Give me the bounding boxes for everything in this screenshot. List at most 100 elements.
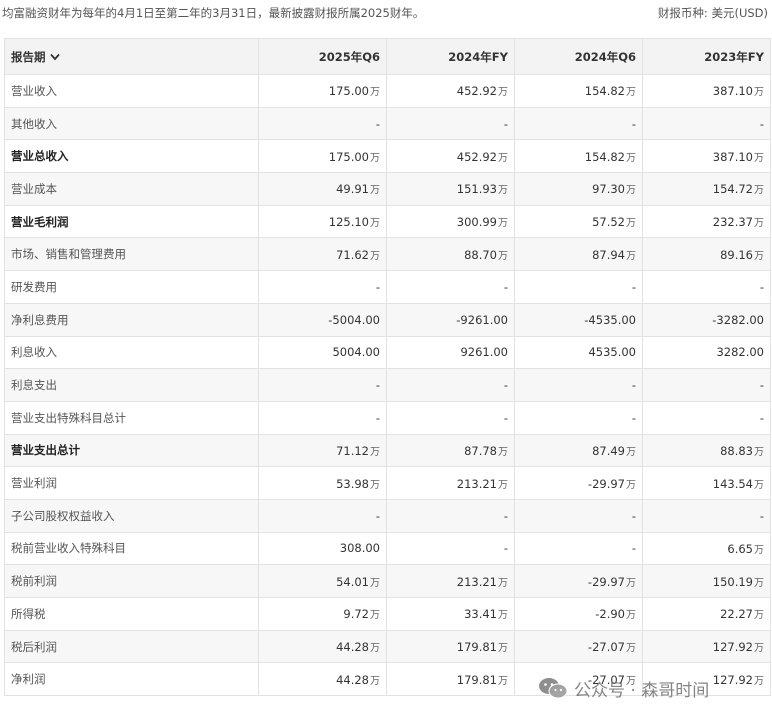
- cell-value: -: [759, 410, 764, 425]
- unit-label: 万: [626, 87, 636, 99]
- row-label: 营业支出总计: [4, 433, 259, 468]
- row-label: 子公司股权权益收入: [4, 498, 259, 533]
- row-label: 营业总收入: [4, 139, 259, 174]
- row-label: 利息收入: [4, 335, 259, 370]
- table-row: 营业毛利润 125.10万 300.99万 57.52万 232.37万: [4, 204, 771, 239]
- table-row: 税后利润 44.28万 179.81万 -27.07万 127.92万: [4, 629, 771, 664]
- value-cell: 44.28万: [258, 662, 387, 697]
- value-cell: 125.10万: [258, 204, 387, 239]
- cell-value: -4535.00: [584, 312, 636, 327]
- cell-value: 387.10: [712, 149, 753, 164]
- table-row: 市场、销售和管理费用 71.62万 88.70万 87.94万 89.16万: [4, 237, 771, 272]
- value-cell: 54.01万: [258, 564, 387, 598]
- period-selector[interactable]: 报告期: [4, 38, 259, 75]
- row-label: 利息支出: [4, 368, 259, 402]
- table-row: 营业收入 175.00万 452.92万 154.82万 387.10万: [4, 74, 771, 108]
- cell-value: 143.54: [712, 476, 753, 491]
- unit-label: 万: [754, 479, 764, 491]
- table-row: 净利息费用 -5004.00 -9261.00 -4535.00 -3282.00: [4, 302, 771, 337]
- cell-value: 154.82: [584, 149, 625, 164]
- column-header[interactable]: 2023年FY: [642, 38, 771, 75]
- value-cell: -: [514, 368, 643, 402]
- value-cell: -: [642, 498, 771, 533]
- cell-value: 179.81: [456, 640, 497, 655]
- value-cell: -: [386, 400, 515, 435]
- value-cell: 308.00: [258, 531, 387, 566]
- value-cell: 88.70万: [386, 237, 515, 272]
- cell-value: -5004.00: [328, 312, 380, 327]
- column-header[interactable]: 2025年Q6: [258, 38, 387, 75]
- value-cell: 3282.00: [642, 335, 771, 370]
- value-cell: 175.00万: [258, 74, 387, 108]
- period-label: 报告期: [11, 49, 46, 64]
- cell-value: 213.21: [456, 574, 497, 589]
- cell-value: 4535.00: [588, 345, 636, 360]
- value-cell: 89.16万: [642, 237, 771, 272]
- unit-label: 万: [754, 446, 764, 458]
- value-cell: 53.98万: [258, 466, 387, 500]
- value-cell: -29.97万: [514, 466, 643, 500]
- income-statement-table: 报告期 2025年Q6 2024年FY 2024年Q6 2023年FY 营业收入…: [4, 38, 771, 697]
- value-cell: -: [642, 270, 771, 304]
- cell-value: 44.28: [336, 640, 369, 655]
- unit-label: 万: [498, 675, 508, 687]
- cell-value: 6.65: [727, 541, 753, 556]
- row-label: 税前营业收入特殊科目: [4, 531, 259, 566]
- value-cell: 387.10万: [642, 74, 771, 108]
- cell-value: 308.00: [339, 541, 380, 556]
- column-header[interactable]: 2024年Q6: [514, 38, 643, 75]
- column-header[interactable]: 2024年FY: [386, 38, 515, 75]
- unit-label: 万: [754, 544, 764, 556]
- cell-value: 5004.00: [332, 345, 380, 360]
- cell-value: -: [631, 541, 636, 556]
- value-cell: -: [642, 400, 771, 435]
- cell-value: -: [503, 508, 508, 523]
- row-label: 营业毛利润: [4, 204, 259, 239]
- unit-label: 万: [754, 577, 764, 589]
- cell-value: 387.10: [712, 84, 753, 99]
- table-row: 子公司股权权益收入 - - - -: [4, 498, 771, 533]
- value-cell: 127.92万: [642, 629, 771, 664]
- currency-indicator: 财报币种: 美元(USD): [658, 5, 768, 21]
- value-cell: 232.37万: [642, 204, 771, 239]
- value-cell: 6.65万: [642, 531, 771, 566]
- unit-label: 万: [626, 185, 636, 197]
- cell-value: 127.92: [712, 672, 753, 687]
- unit-label: 万: [498, 185, 508, 197]
- unit-label: 万: [754, 675, 764, 687]
- row-label: 净利息费用: [4, 302, 259, 337]
- unit-label: 万: [754, 643, 764, 655]
- cell-value: -: [759, 279, 764, 294]
- row-label: 营业支出特殊科目总计: [4, 400, 259, 435]
- table-row: 所得税 9.72万 33.41万 -2.90万 22.27万: [4, 597, 771, 631]
- unit-label: 万: [370, 250, 380, 262]
- cell-value: 9261.00: [460, 345, 508, 360]
- unit-label: 万: [626, 250, 636, 262]
- cell-value: 300.99: [456, 215, 497, 230]
- unit-label: 万: [370, 643, 380, 655]
- cell-value: -29.97: [587, 476, 625, 491]
- unit-label: 万: [498, 610, 508, 622]
- cell-value: -: [631, 279, 636, 294]
- value-cell: -: [258, 106, 387, 141]
- value-cell: 300.99万: [386, 204, 515, 239]
- value-cell: 387.10万: [642, 139, 771, 174]
- cell-value: 175.00: [328, 149, 369, 164]
- unit-label: 万: [370, 577, 380, 589]
- cell-value: 9.72: [343, 607, 369, 622]
- unit-label: 万: [626, 643, 636, 655]
- cell-value: 232.37: [712, 215, 753, 230]
- cell-value: 179.81: [456, 672, 497, 687]
- cell-value: 49.91: [336, 182, 369, 197]
- table-row: 利息收入 5004.00 9261.00 4535.00 3282.00: [4, 335, 771, 370]
- cell-value: 175.00: [328, 84, 369, 99]
- cell-value: -3282.00: [712, 312, 764, 327]
- value-cell: 213.21万: [386, 466, 515, 500]
- unit-label: 万: [626, 479, 636, 491]
- unit-label: 万: [498, 152, 508, 164]
- unit-label: 万: [626, 577, 636, 589]
- cell-value: 3282.00: [716, 345, 764, 360]
- value-cell: 49.91万: [258, 172, 387, 206]
- watermark: 公众号 · 森哥时间: [538, 675, 709, 701]
- cell-value: -: [375, 279, 380, 294]
